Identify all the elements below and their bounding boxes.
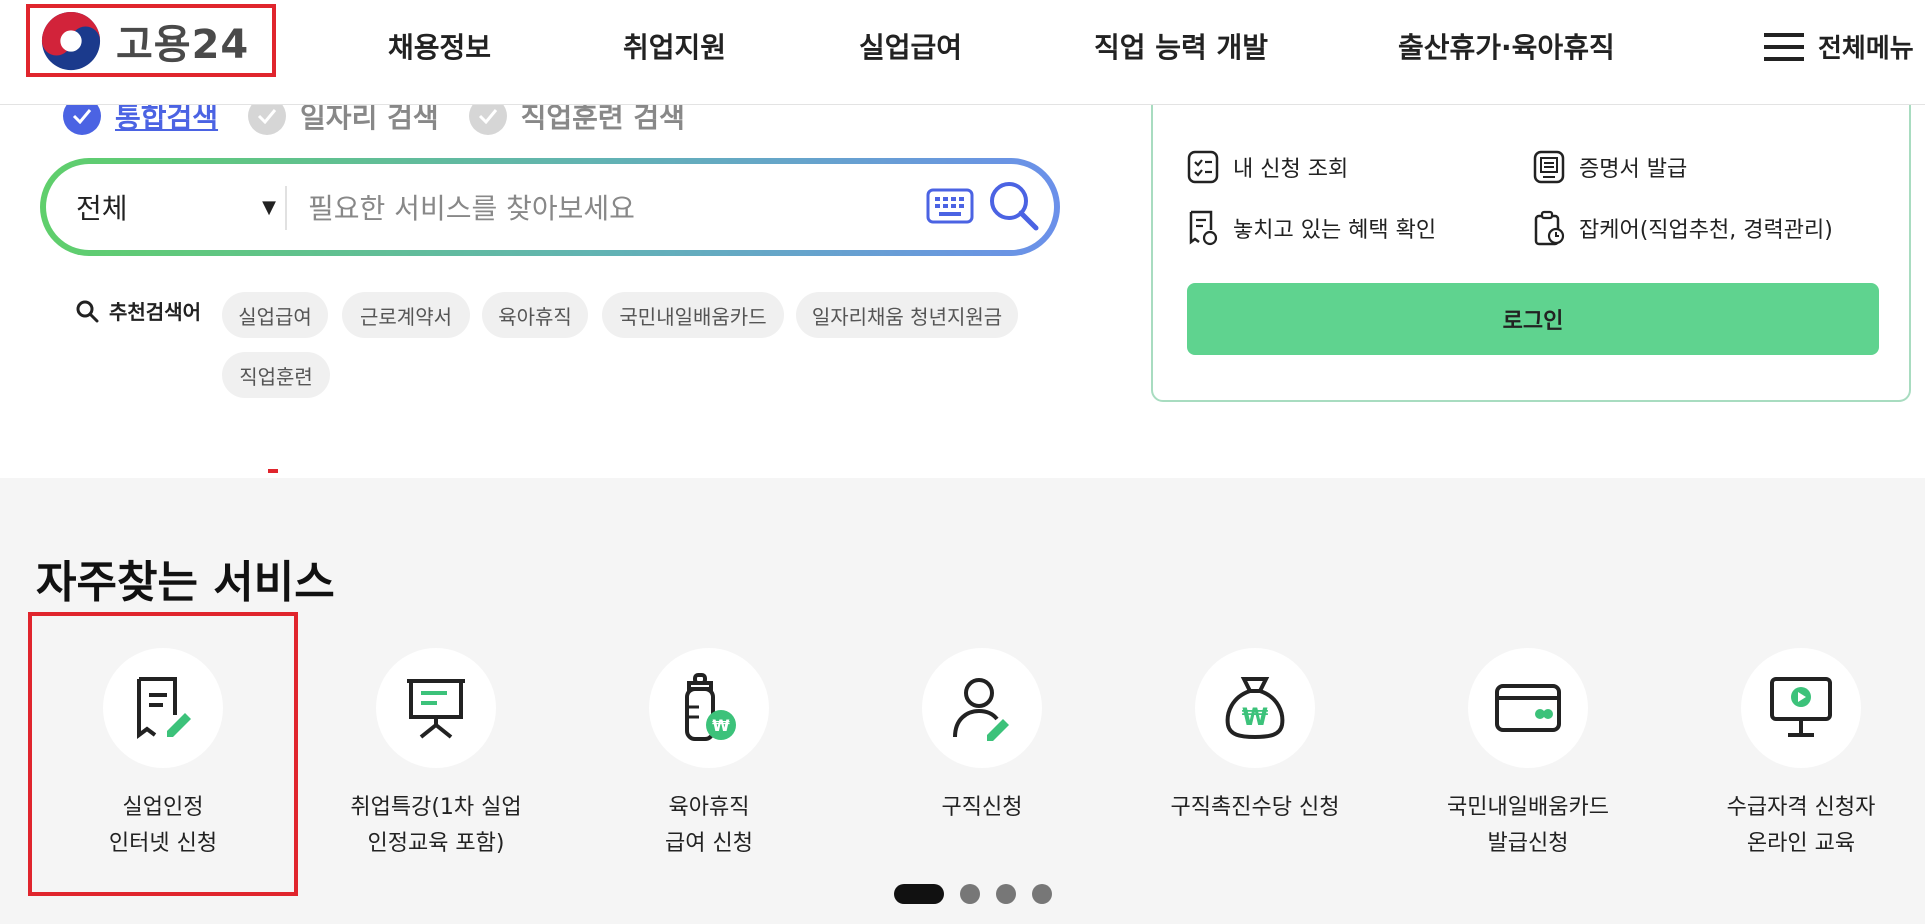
service-icon-circle <box>922 648 1042 768</box>
service-label: 육아휴직 급여 신청 <box>665 790 753 862</box>
search-scope-select[interactable]: 전체 ▼ <box>76 164 276 250</box>
service-label-line2: 인터넷 신청 <box>108 831 218 856</box>
service-job-seeking-registration[interactable]: 구직신청 <box>847 648 1117 826</box>
logo-text: 고용24 <box>116 21 250 68</box>
service-label-line1: 수급자격 신청자 <box>1726 795 1876 820</box>
service-label-line1: 구직촉진수당 신청 <box>1170 795 1340 820</box>
service-label: 구직촉진수당 신청 <box>1171 790 1340 826</box>
panel-item-label: 놓치고 있는 혜택 확인 <box>1233 218 1437 243</box>
service-job-lecture[interactable]: 취업특강(1차 실업 인정교육 포함) <box>301 648 571 862</box>
nav-item-skills-development[interactable]: 직업 능력 개발 <box>1094 26 1268 70</box>
service-label-line1: 구직신청 <box>941 795 1023 820</box>
jobcare-link[interactable]: 잡케어(직업추천, 경력관리) <box>1533 210 1833 246</box>
panel-item-label: 잡케어(직업추천, 경력관리) <box>1579 218 1833 243</box>
service-label-line2: 온라인 교육 <box>1746 831 1856 856</box>
service-label: 구직신청 <box>942 790 1023 826</box>
service-parental-leave-benefit[interactable]: ₩ 육아휴직 급여 신청 <box>574 648 844 862</box>
service-icon-circle: ₩ <box>649 648 769 768</box>
service-label-line1: 실업인정 <box>122 795 204 820</box>
caret-down-icon: ▼ <box>262 196 276 218</box>
service-label: 실업인정 인터넷 신청 <box>109 790 217 862</box>
pagination-dot[interactable] <box>1032 884 1052 904</box>
keyboard-icon[interactable] <box>926 186 974 226</box>
service-icon-circle: ₩ <box>1195 648 1315 768</box>
service-label-line1: 취업특강(1차 실업 <box>350 795 522 820</box>
service-label: 취업특강(1차 실업 인정교육 포함) <box>350 790 521 862</box>
pagination-dot-active[interactable] <box>894 884 944 904</box>
missed-benefits-link[interactable]: 놓치고 있는 혜택 확인 <box>1187 210 1436 246</box>
login-button[interactable]: 로그인 <box>1187 283 1879 355</box>
monitor-play-icon <box>1770 677 1832 737</box>
presentation-board-icon <box>407 679 465 739</box>
document-search-icon <box>1189 210 1218 246</box>
service-label-line2: 발급신청 <box>1487 831 1569 856</box>
divider <box>285 186 287 230</box>
search-box: 전체 ▼ <box>40 158 1060 256</box>
checklist-icon <box>1187 150 1219 184</box>
document-edit-icon <box>137 677 191 739</box>
pagination-dot[interactable] <box>960 884 980 904</box>
service-unemployment-recognition[interactable]: 실업인정 인터넷 신청 <box>28 648 298 862</box>
card-icon <box>1495 684 1561 732</box>
recommended-keywords-label: 추천검색어 <box>109 300 201 324</box>
panel-item-label: 내 신청 조회 <box>1233 157 1349 182</box>
service-label-line2: 인정교육 포함) <box>367 831 505 856</box>
all-menu-label: 전체메뉴 <box>1818 34 1914 64</box>
service-label: 국민내일배움카드 발급신청 <box>1447 790 1609 862</box>
keyword-chip[interactable]: 근로계약서 <box>342 292 470 338</box>
clipboard-clock-icon <box>1534 210 1565 246</box>
nav-item-jobs[interactable]: 채용정보 <box>388 26 491 70</box>
svg-text:₩: ₩ <box>712 716 730 735</box>
search-input[interactable] <box>308 178 928 238</box>
carousel-pagination <box>894 884 1052 904</box>
certificate-icon <box>1533 150 1565 184</box>
frequent-services-section: 자주찾는 서비스 실업인정 인터넷 신청 취업특강(1차 실업 인정교육 포함)… <box>0 478 1925 924</box>
keyword-chip[interactable]: 직업훈련 <box>222 352 330 398</box>
site-header: 고용24 채용정보 취업지원 실업급여 직업 능력 개발 출산휴가·육아휴직 전… <box>0 0 1925 105</box>
search-inner: 전체 ▼ <box>46 164 1054 250</box>
service-label-line1: 국민내일배움카드 <box>1447 795 1609 820</box>
keyword-chip[interactable]: 육아휴직 <box>482 292 588 338</box>
nav-item-employment-support[interactable]: 취업지원 <box>623 26 726 70</box>
keyword-chip[interactable]: 실업급여 <box>222 292 328 338</box>
service-icon-circle <box>103 648 223 768</box>
service-icon-circle <box>1468 648 1588 768</box>
pagination-dot[interactable] <box>996 884 1016 904</box>
service-learning-card[interactable]: 국민내일배움카드 발급신청 <box>1393 648 1663 862</box>
page: 고용24 채용정보 취업지원 실업급여 직업 능력 개발 출산휴가·육아휴직 전… <box>0 0 1925 924</box>
service-label: 수급자격 신청자 온라인 교육 <box>1727 790 1876 862</box>
recommended-keywords-label-group: 추천검색어 <box>75 296 201 325</box>
nav-item-unemployment-benefits[interactable]: 실업급여 <box>859 26 962 70</box>
service-label-line1: 육아휴직 <box>668 795 750 820</box>
taegeuk-logo-icon <box>41 11 101 70</box>
my-applications-link[interactable]: 내 신청 조회 <box>1187 150 1348 184</box>
keyword-chip[interactable]: 일자리채움 청년지원금 <box>796 292 1018 338</box>
search-icon[interactable] <box>986 178 1042 234</box>
logo-link[interactable]: 고용24 <box>26 4 276 77</box>
red-marker <box>268 469 278 473</box>
certificate-issue-link[interactable]: 증명서 발급 <box>1533 150 1687 184</box>
service-online-education[interactable]: 수급자격 신청자 온라인 교육 <box>1666 648 1925 862</box>
service-icon-circle <box>376 648 496 768</box>
panel-item-label: 증명서 발급 <box>1579 157 1688 182</box>
service-icon-circle <box>1741 648 1861 768</box>
hamburger-icon <box>1764 32 1804 61</box>
baby-bottle-won-icon: ₩ <box>685 673 736 741</box>
service-label-line2: 급여 신청 <box>665 831 753 856</box>
person-edit-icon <box>953 678 1009 741</box>
nav-item-parental-leave[interactable]: 출산휴가·육아휴직 <box>1398 26 1615 70</box>
search-icon <box>76 300 99 322</box>
keyword-chip[interactable]: 국민내일배움카드 <box>602 292 784 338</box>
service-job-promotion-allowance[interactable]: ₩ 구직촉진수당 신청 <box>1120 648 1390 826</box>
section-title: 자주찾는 서비스 <box>36 557 335 608</box>
search-scope-value: 전체 <box>76 192 128 225</box>
money-bag-icon: ₩ <box>1225 677 1285 740</box>
all-menu-button[interactable]: 전체메뉴 <box>1764 28 1914 65</box>
svg-text:₩: ₩ <box>1242 703 1269 731</box>
